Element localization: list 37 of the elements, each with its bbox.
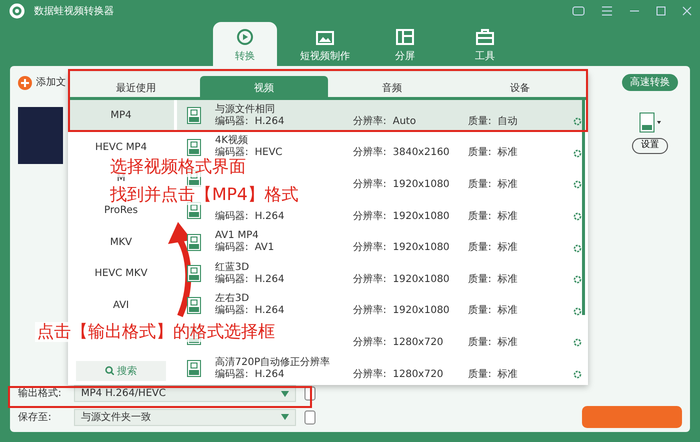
window-title: 数据蛙视频转换器 bbox=[34, 4, 114, 18]
encoder-text: 编码器: H.264 bbox=[215, 305, 286, 318]
resolution-text: 分辨率: 3840x2160 bbox=[353, 147, 450, 158]
preset-name: 与源文件相同 bbox=[215, 104, 276, 116]
quality-text: 质量: 标准 bbox=[468, 274, 518, 285]
quality-text: 质量: 标准 bbox=[468, 178, 518, 190]
preset-name: 红蓝3D bbox=[215, 262, 250, 274]
quality-text: 质量: 标准 bbox=[468, 210, 518, 222]
quality-text: 质量: 标准 bbox=[468, 368, 518, 380]
resolution-text: 分辨率: Auto bbox=[353, 116, 416, 127]
encoder-text: 编码器: H.264 bbox=[215, 210, 286, 223]
encoder-text: 编码器: H.264 bbox=[215, 116, 286, 128]
save-to-label: 保存至: bbox=[18, 410, 52, 424]
output-format-label: 输出格式: bbox=[18, 387, 62, 401]
resolution-text: 分辨率: 1920x1080 bbox=[353, 242, 450, 254]
encoder-text: 编码器: H.264 bbox=[215, 274, 286, 286]
resolution-text: 分辨率: 1280x720 bbox=[353, 336, 444, 348]
annotation-tooltip: 找到并点击【MP4】格式 bbox=[108, 185, 301, 205]
preset-name: AV1 MP4 bbox=[215, 230, 260, 242]
annotation-tooltip: 选择视频格式界面 bbox=[108, 157, 248, 177]
resolution-text: 分辨率: 1920x1080 bbox=[353, 274, 450, 285]
preset-name: 高清720P自动修正分辨率 bbox=[215, 356, 332, 368]
resolution-text: 分辨率: 1920x1080 bbox=[353, 305, 450, 316]
encoder-text: 编码器: AV1 bbox=[215, 242, 276, 254]
encoder-text: 编码器: H.264 bbox=[215, 368, 286, 381]
encoder-text: 编码器: HEVC bbox=[215, 147, 284, 158]
resolution-text: 分辨率: 1920x1080 bbox=[353, 210, 450, 222]
resolution-text: 分辨率: 1280x720 bbox=[353, 368, 444, 380]
quality-text: 质量: 标准 bbox=[468, 305, 518, 316]
preset-name: 4K视频 bbox=[215, 135, 249, 146]
preset-name: 左右3D bbox=[215, 293, 250, 304]
annotation-tooltip: 点击【输出格式】的格式选择框 bbox=[35, 322, 277, 342]
quality-text: 质量: 标准 bbox=[468, 242, 518, 254]
quality-text: 质量: 标准 bbox=[468, 336, 518, 348]
quality-text: 质量: 自动 bbox=[468, 116, 518, 127]
resolution-text: 分辨率: 1920x1080 bbox=[353, 178, 450, 190]
quality-text: 质量: 标准 bbox=[468, 147, 518, 158]
